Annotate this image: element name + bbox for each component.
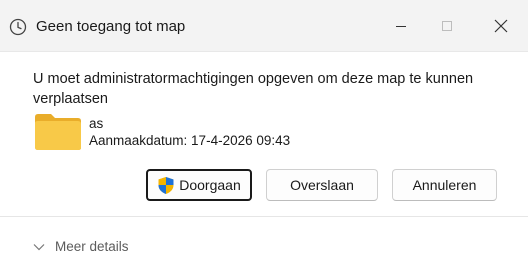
more-details-label: Meer details xyxy=(55,238,129,254)
continue-button[interactable]: Doorgaan xyxy=(146,169,252,201)
skip-button[interactable]: Overslaan xyxy=(266,169,378,201)
chevron-down-icon xyxy=(33,239,45,254)
dialog-message: U moet administratormachtigingen opgeven… xyxy=(33,71,474,107)
cancel-button[interactable]: Annuleren xyxy=(392,169,497,201)
folder-icon xyxy=(34,113,82,151)
cancel-button-label: Annuleren xyxy=(412,177,477,193)
close-icon xyxy=(494,19,508,38)
divider xyxy=(0,216,528,217)
file-operation-dialog: Geen toegang tot map U moet administrato… xyxy=(0,0,528,270)
skip-button-label: Overslaan xyxy=(290,177,354,193)
window-title: Geen toegang tot map xyxy=(36,18,186,35)
more-details-toggle[interactable]: Meer details xyxy=(33,236,129,256)
item-name: as xyxy=(89,116,104,131)
uac-shield-icon xyxy=(157,176,175,195)
maximize-button[interactable] xyxy=(424,10,470,46)
minimize-icon xyxy=(395,19,407,37)
item-date: Aanmaakdatum: 17-4-2026 09:43 xyxy=(89,133,291,148)
maximize-icon xyxy=(441,19,453,37)
close-button[interactable] xyxy=(478,10,524,46)
minimize-button[interactable] xyxy=(378,10,424,46)
clock-icon xyxy=(9,18,27,36)
title-bar[interactable]: Geen toegang tot map xyxy=(0,0,528,52)
continue-button-label: Doorgaan xyxy=(179,177,241,193)
